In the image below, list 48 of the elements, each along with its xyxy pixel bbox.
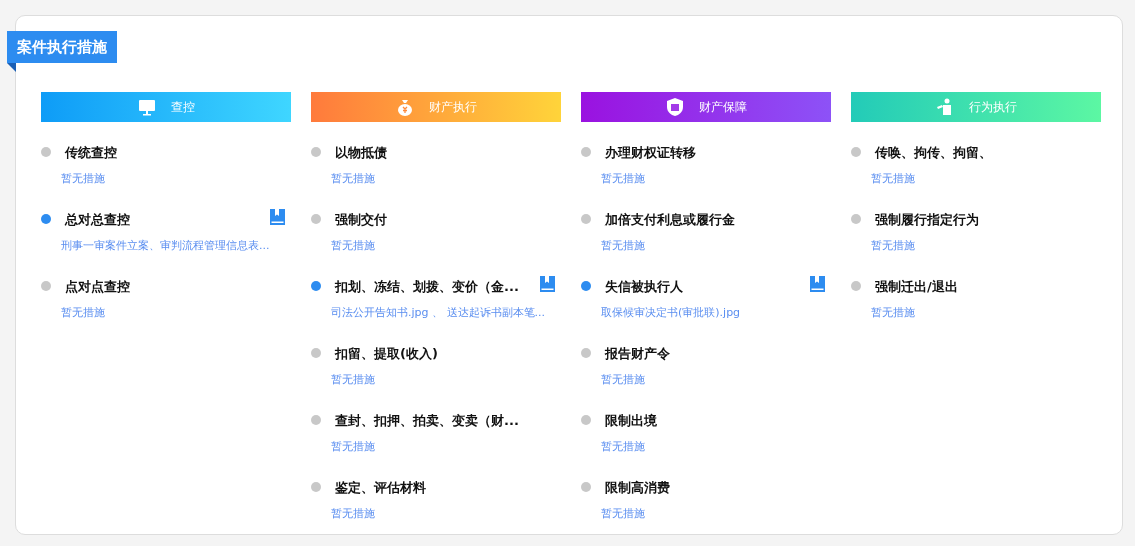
measure-title: 点对点查控 <box>65 278 130 296</box>
measure-title: 总对总查控 <box>65 211 130 229</box>
measure-detail[interactable]: 暂无措施 <box>601 238 645 254</box>
measure-title: 以物抵债 <box>335 144 387 162</box>
measure-detail[interactable]: 暂无措施 <box>331 171 375 187</box>
category-title: 查控 <box>171 99 195 116</box>
ribbon-fold-icon <box>7 63 16 72</box>
measure-detail[interactable]: 暂无措施 <box>331 238 375 254</box>
category-title: 财产保障 <box>699 99 747 116</box>
measure-detail[interactable]: 暂无措施 <box>601 506 645 522</box>
measure-detail[interactable]: 暂无措施 <box>61 171 105 187</box>
measure-title: 扣留、提取(收入) <box>335 345 438 363</box>
measure-detail[interactable]: 取保候审决定书(审批联).jpg <box>601 305 741 321</box>
measure-title: 扣划、冻结、划拨、变价（金... <box>335 278 519 296</box>
measure-detail[interactable]: 暂无措施 <box>601 439 645 455</box>
measure-title: 限制出境 <box>605 412 657 430</box>
measure-detail[interactable]: 暂无措施 <box>331 439 375 455</box>
money-bag-icon <box>395 97 415 117</box>
measure-detail[interactable]: 暂无措施 <box>871 305 915 321</box>
monitor-icon <box>137 97 157 117</box>
measure-title: 强制交付 <box>335 211 387 229</box>
measure-detail[interactable]: 暂无措施 <box>601 372 645 388</box>
measure-title: 强制迁出/退出 <box>875 278 958 296</box>
panel-title: 案件执行措施 <box>7 31 117 63</box>
measure-title: 加倍支付利息或履行金 <box>605 211 735 229</box>
bookmark-icon[interactable] <box>810 276 825 292</box>
bookmark-icon[interactable] <box>540 276 555 292</box>
measure-title: 传统查控 <box>65 144 117 162</box>
measure-title: 限制高消费 <box>605 479 670 497</box>
measure-detail[interactable]: 司法公开告知书.jpg 、 送达起诉书副本笔... <box>331 305 545 321</box>
measure-detail[interactable]: 暂无措施 <box>601 171 645 187</box>
measure-detail[interactable]: 暂无措施 <box>331 506 375 522</box>
category-title: 行为执行 <box>969 99 1017 116</box>
measure-title: 传唤、拘传、拘留、 <box>875 144 992 162</box>
measure-detail[interactable]: 暂无措施 <box>331 372 375 388</box>
measure-title: 强制履行指定行为 <box>875 211 979 229</box>
measure-detail[interactable]: 暂无措施 <box>871 171 915 187</box>
measure-title: 查封、扣押、拍卖、变卖（财... <box>335 412 519 430</box>
measure-title: 报告财产令 <box>605 345 670 363</box>
measure-detail[interactable]: 刑事一审案件立案、审判流程管理信息表... <box>61 238 270 254</box>
shield-icon <box>665 97 685 117</box>
measure-title: 失信被执行人 <box>605 278 683 296</box>
measure-title: 鉴定、评估材料 <box>335 479 426 497</box>
category-title: 财产执行 <box>429 99 477 116</box>
bookmark-icon[interactable] <box>270 209 285 225</box>
measure-detail[interactable]: 暂无措施 <box>61 305 105 321</box>
measure-title: 办理财权证转移 <box>605 144 696 162</box>
measure-detail[interactable]: 暂无措施 <box>871 238 915 254</box>
